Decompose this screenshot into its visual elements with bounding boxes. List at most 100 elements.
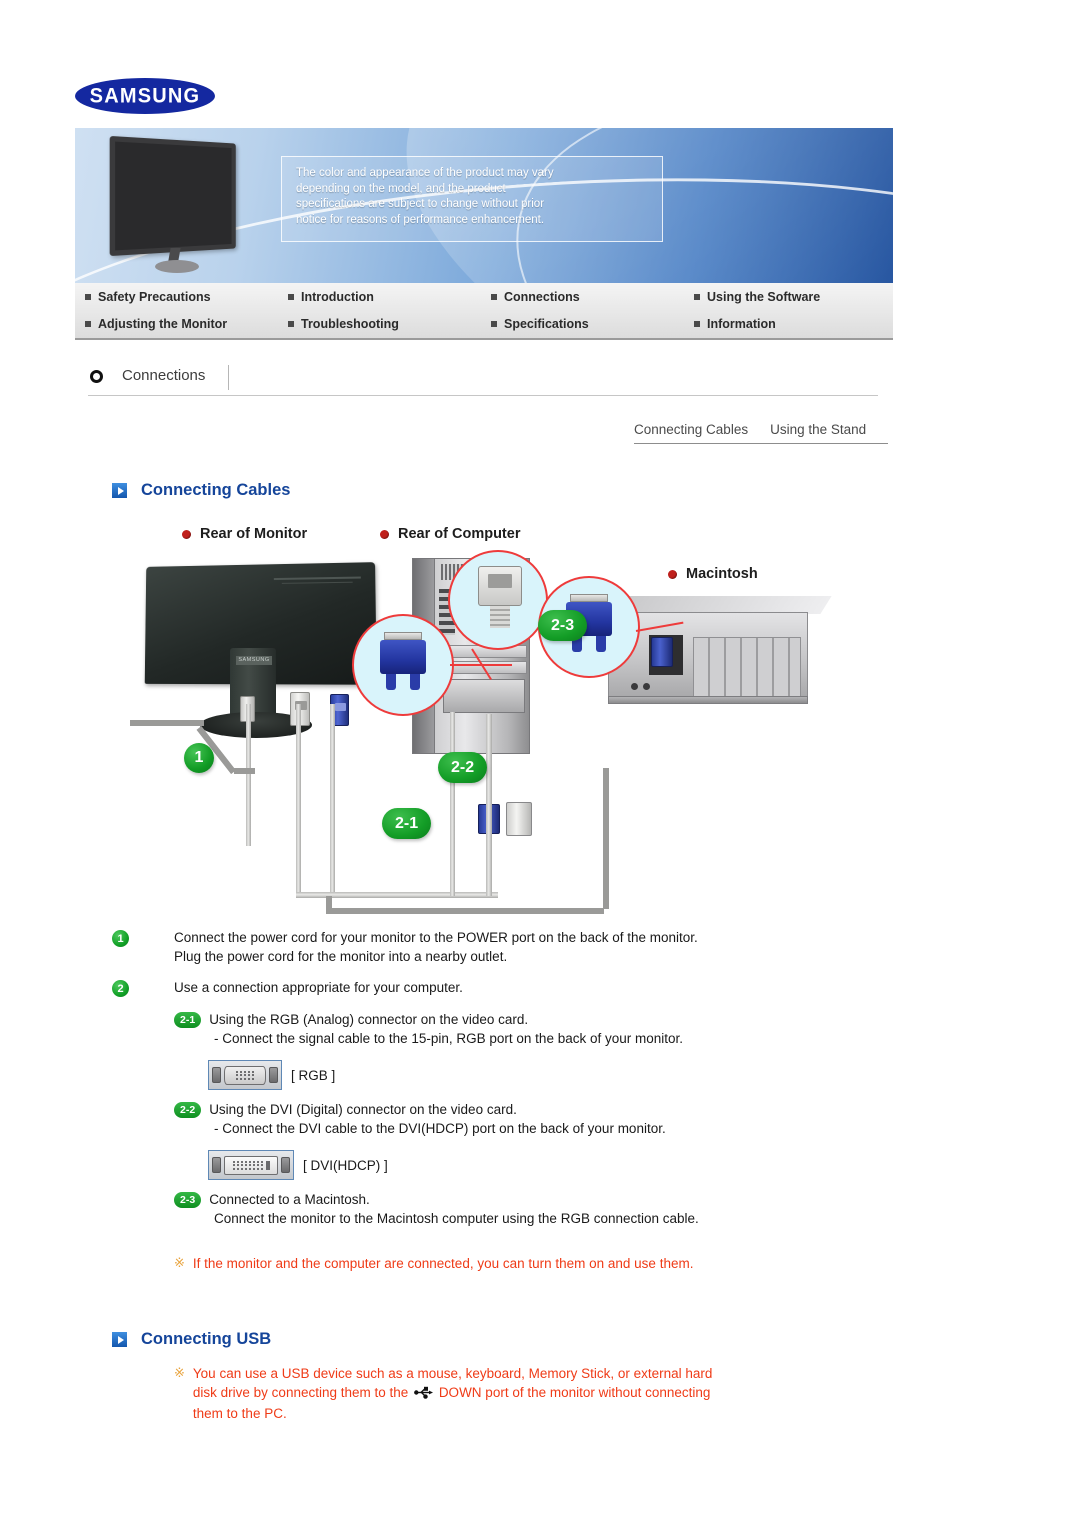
banner-monitor-image (103, 135, 263, 273)
screw-icon (212, 1157, 221, 1173)
reference-mark-icon: ※ (174, 1255, 185, 1270)
label-text: Rear of Computer (398, 526, 521, 542)
monitor-stand-logo: SAMSUNG (236, 656, 272, 665)
nav-item-adjusting-the-monitor[interactable]: Adjusting the Monitor (81, 317, 284, 331)
dvi-connector-tower (506, 802, 532, 836)
macintosh-base (608, 696, 808, 704)
macintosh-tower-image (608, 596, 832, 708)
nav-label: Connections (504, 289, 580, 304)
arrow-right-icon (112, 1332, 127, 1347)
macintosh-slots (693, 637, 801, 697)
dvi-port-row: [ DVI(HDCP) ] (208, 1150, 902, 1180)
nav-item-connections[interactable]: Connections (487, 290, 690, 304)
screw-icon (281, 1157, 290, 1173)
notice-line-2: depending on the model, and the product (296, 182, 506, 195)
plug-shell (570, 594, 608, 602)
power-cable (246, 704, 251, 846)
pin-row (236, 1077, 254, 1080)
step-1-line-2: Plug the power cord for the monitor into… (174, 949, 508, 964)
usb-note-body: You can use a USB device such as a mouse… (193, 1364, 713, 1423)
cables-note-text: If the monitor and the computer are conn… (192, 1256, 694, 1271)
plug-pins (488, 574, 512, 588)
substep-2-2-detail: - Connect the DVI cable to the DVI(HDCP)… (214, 1121, 666, 1136)
dvi-flat-pin (265, 1160, 270, 1170)
callout-dvi-plug (478, 566, 522, 634)
usb-note-line-2a: disk drive by connecting them to the (192, 1385, 409, 1400)
nav-item-information[interactable]: Information (690, 317, 893, 331)
plug-body (380, 640, 426, 674)
nav-item-safety-precautions[interactable]: Safety Precautions (81, 290, 284, 304)
nav-label: Adjusting the Monitor (98, 317, 228, 332)
instruction-list: 1 Connect the power cord for your monito… (112, 928, 902, 1273)
nav-item-specifications[interactable]: Specifications (487, 317, 690, 331)
nav-label: Introduction (301, 289, 374, 304)
substep-2-3-detail: Connect the monitor to the Macintosh com… (214, 1211, 699, 1226)
plug-prong (410, 674, 420, 690)
nav-item-using-the-software[interactable]: Using the Software (690, 290, 893, 304)
nav-label: Troubleshooting (301, 317, 399, 332)
plug-prong (596, 636, 606, 652)
usb-icon (414, 1385, 434, 1404)
pin-row (236, 1070, 254, 1073)
samsung-logo: SAMSUNG (75, 78, 215, 114)
substep-badge-2-1: 2-1 (174, 1012, 202, 1028)
notice-line-4: notice for reasons of performance enhanc… (296, 213, 545, 226)
diagram-label-rear-of-computer: Rear of Computer (380, 526, 520, 542)
cables-note: ※ If the monitor and the computer are co… (174, 1254, 902, 1273)
nav-item-introduction[interactable]: Introduction (284, 290, 487, 304)
screw-icon (212, 1067, 221, 1083)
tab-connecting-cables[interactable]: Connecting Cables (634, 422, 748, 437)
rgb-port-icon (208, 1060, 282, 1090)
hero-banner: The color and appearance of the product … (75, 128, 893, 283)
tab-using-the-stand[interactable]: Using the Stand (770, 422, 866, 437)
rgb-port-label: [ RGB ] (291, 1067, 336, 1083)
substep-2-1: 2-1 Using the RGB (Analog) connector on … (174, 1010, 902, 1090)
bullet-square-icon (288, 321, 294, 328)
substep-2-3-title-row: 2-3 Connected to a Macintosh. (174, 1190, 902, 1209)
bullet-square-icon (491, 321, 497, 328)
label-text: Macintosh (686, 566, 758, 582)
bullet-square-icon (694, 321, 700, 328)
rgb-port-row: [ RGB ] (208, 1060, 902, 1090)
substep-badge-2-3: 2-3 (174, 1192, 202, 1208)
logo-ellipse: SAMSUNG (75, 78, 215, 114)
macintosh-knob (631, 683, 638, 690)
substep-2-1-title-row: 2-1 Using the RGB (Analog) connector on … (174, 1010, 902, 1029)
vga-cable-tower (450, 712, 455, 896)
usb-note: ※ You can use a USB device such as a mou… (174, 1364, 874, 1423)
substep-2-2-title-row: 2-2 Using the DVI (Digital) connector on… (174, 1100, 902, 1119)
usb-note-line-3: them to the PC. (192, 1406, 287, 1421)
monitor-rear-image: SAMSUNG (142, 562, 377, 738)
bullet-square-icon (85, 293, 91, 300)
usb-note-line-1: You can use a USB device such as a mouse… (192, 1366, 713, 1381)
badge-step-2-3: 2-3 (538, 610, 588, 641)
callout-computer-dvi (448, 550, 548, 650)
heading-connecting-usb: Connecting USB (112, 1330, 271, 1349)
dvi-cable-tower (486, 714, 492, 896)
badge-step-2-2: 2-2 (438, 752, 488, 783)
substep-2-3-title: Connected to a Macintosh. (209, 1192, 370, 1207)
usb-note-line-2b: DOWN port of the monitor without connect… (438, 1385, 711, 1400)
callout-monitor-vga (352, 614, 454, 716)
dvi-port-icon (208, 1150, 294, 1180)
usb-note-line-2: disk drive by connecting them to the DOW… (193, 1383, 713, 1404)
vga-cable-monitor (330, 704, 335, 896)
heading-connecting-cables: Connecting Cables (112, 481, 290, 500)
reference-mark-icon: ※ (174, 1365, 185, 1380)
dvi-port-label: [ DVI(HDCP) ] (303, 1157, 388, 1173)
nav-item-troubleshooting[interactable]: Troubleshooting (284, 317, 487, 331)
dvi-pin-block (232, 1160, 263, 1170)
macintosh-knob (643, 683, 650, 690)
step-2-line-1: Use a connection appropriate for your co… (174, 980, 463, 995)
diagram-label-rear-of-monitor: Rear of Monitor (182, 526, 307, 542)
ring-icon (90, 370, 103, 383)
badge-step-1: 1 (184, 743, 214, 773)
substep-2-3: 2-3 Connected to a Macintosh. Connect th… (174, 1190, 902, 1228)
step-2: 2 Use a connection appropriate for your … (112, 978, 902, 997)
bullet-square-icon (288, 293, 294, 300)
notice-line-3: specifications are subject to change wit… (296, 198, 545, 210)
main-navigation: Safety Precautions Introduction Connecti… (75, 283, 893, 340)
step-1-line-1: Connect the power cord for your monitor … (174, 930, 698, 945)
substep-2-1-detail: - Connect the signal cable to the 15-pin… (214, 1031, 684, 1046)
substep-2-2: 2-2 Using the DVI (Digital) connector on… (174, 1100, 902, 1180)
